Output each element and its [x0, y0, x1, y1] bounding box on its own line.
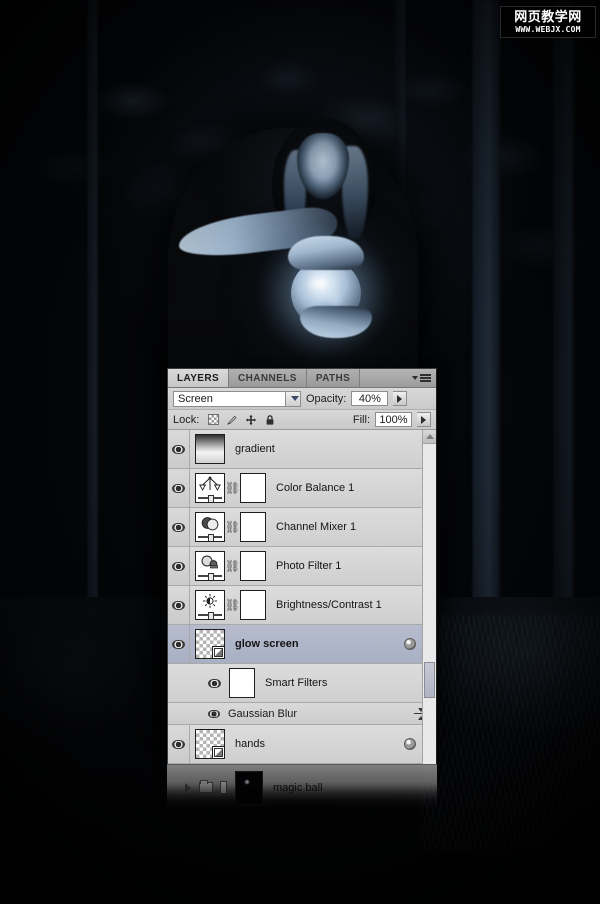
opacity-input[interactable]: 40% — [351, 391, 389, 406]
scroll-up-arrow-icon[interactable] — [423, 430, 436, 444]
filter-name: Gaussian Blur — [228, 707, 298, 720]
layer-row-photo-filter[interactable]: ⛓ Photo Filter 1 — [168, 547, 436, 586]
lock-transparent-pixels-icon[interactable] — [208, 414, 220, 425]
lock-label: Lock: — [173, 413, 200, 426]
smart-filters-label: Smart Filters — [265, 677, 328, 689]
fill-stepper[interactable] — [417, 412, 431, 427]
layer-row-hands[interactable]: hands — [168, 725, 436, 764]
panel-shadow — [436, 369, 440, 764]
opacity-label: Opacity: — [306, 392, 347, 405]
layer-thumbnail[interactable] — [195, 629, 225, 659]
layer-name: Channel Mixer 1 — [276, 521, 357, 533]
scrollbar-thumb[interactable] — [424, 662, 435, 698]
layer-name: gradient — [235, 443, 275, 455]
layer-list[interactable]: gradient ⛓ Color Balance 1 ⛓ Channel Mix… — [168, 430, 436, 764]
visibility-toggle[interactable] — [168, 547, 190, 585]
eye-icon — [172, 639, 185, 649]
visibility-toggle[interactable] — [168, 586, 190, 624]
filter-row-gaussian-blur[interactable]: Gaussian Blur — [168, 703, 436, 725]
layer-mask-thumbnail[interactable] — [240, 590, 266, 620]
smart-object-badge-icon — [212, 746, 224, 758]
lock-row[interactable]: Lock: Fill: 100% — [168, 410, 436, 430]
blend-mode-value: Screen — [178, 392, 213, 405]
blend-mode-row[interactable]: Screen Opacity: 40% — [168, 388, 436, 410]
layer-thumbnail[interactable] — [195, 729, 225, 759]
layer-list-scrollbar[interactable] — [422, 430, 436, 764]
smart-filter-indicator-icon[interactable] — [404, 638, 416, 650]
layer-row-brightness-contrast[interactable]: ⛓ Brightness/Contrast 1 — [168, 586, 436, 625]
layer-row-channel-mixer[interactable]: ⛓ Channel Mixer 1 — [168, 508, 436, 547]
eye-icon — [172, 522, 185, 532]
color-balance-adjustment-icon — [196, 474, 224, 494]
layer-name: Brightness/Contrast 1 — [276, 599, 382, 611]
layer-thumbnail[interactable] — [195, 551, 225, 581]
smart-filter-mask-thumbnail[interactable] — [229, 668, 255, 698]
link-mask-icon[interactable]: ⛓ — [225, 599, 240, 611]
panel-menu-icon[interactable] — [410, 369, 436, 387]
lock-position-move-icon[interactable] — [245, 414, 257, 426]
layer-name: Photo Filter 1 — [276, 560, 342, 572]
eye-icon[interactable] — [208, 709, 220, 718]
eye-icon — [172, 444, 185, 454]
smart-object-badge-icon — [212, 646, 224, 658]
blend-mode-select[interactable]: Screen — [173, 390, 301, 407]
tab-channels[interactable]: CHANNELS — [229, 369, 307, 387]
link-mask-icon[interactable]: ⛓ — [225, 560, 240, 572]
panel-tab-bar[interactable]: LAYERS CHANNELS PATHS — [168, 369, 436, 388]
fill-input[interactable]: 100% — [375, 412, 412, 427]
visibility-toggle[interactable] — [168, 725, 190, 763]
eye-icon[interactable] — [208, 678, 221, 688]
adjustment-slider-icon — [198, 495, 222, 502]
layer-thumbnail[interactable] — [195, 512, 225, 542]
layer-thumbnail[interactable] — [195, 434, 225, 464]
visibility-toggle[interactable] — [168, 469, 190, 507]
layer-name: Color Balance 1 — [276, 482, 355, 494]
lock-all-padlock-icon[interactable] — [264, 414, 276, 426]
smart-filters-row[interactable]: Smart Filters — [168, 664, 436, 703]
site-watermark: 网页教学网 WWW.WEBJX.COM — [500, 6, 596, 38]
layer-thumbnail[interactable] — [195, 473, 225, 503]
chevron-down-icon — [411, 376, 418, 380]
chevron-down-icon[interactable] — [285, 391, 300, 406]
visibility-toggle[interactable] — [168, 625, 190, 663]
opacity-stepper[interactable] — [393, 391, 408, 406]
fill-label: Fill: — [352, 413, 370, 426]
eye-icon — [172, 600, 185, 610]
photo-filter-adjustment-icon — [196, 552, 224, 572]
hamburger-icon — [419, 374, 431, 382]
layers-panel[interactable]: LAYERS CHANNELS PATHS Screen Opacity: 40… — [167, 368, 440, 765]
layer-name: hands — [235, 738, 265, 750]
layer-mask-thumbnail[interactable] — [240, 512, 266, 542]
layer-thumbnail[interactable] — [195, 590, 225, 620]
eye-icon — [172, 739, 185, 749]
smart-filter-indicator-icon[interactable] — [404, 738, 416, 750]
visibility-toggle[interactable] — [168, 508, 190, 546]
layer-name: glow screen — [235, 638, 299, 650]
link-mask-icon[interactable]: ⛓ — [225, 521, 240, 533]
visibility-toggle[interactable] — [168, 430, 190, 468]
layer-row-color-balance[interactable]: ⛓ Color Balance 1 — [168, 469, 436, 508]
watermark-chinese-text: 网页教学网 — [514, 9, 582, 25]
tab-layers[interactable]: LAYERS — [168, 369, 230, 387]
layer-mask-thumbnail[interactable] — [240, 473, 266, 503]
lock-image-pixels-brush-icon[interactable] — [226, 414, 238, 426]
eye-icon — [172, 483, 185, 493]
channel-mixer-adjustment-icon — [196, 513, 224, 533]
layer-row-gradient[interactable]: gradient — [168, 430, 436, 469]
tab-paths[interactable]: PATHS — [306, 369, 361, 387]
watermark-url-text: WWW.WEBJX.COM — [515, 24, 581, 34]
adjustment-slider-icon — [198, 573, 222, 580]
layer-row-glow-screen[interactable]: glow screen — [168, 625, 436, 664]
adjustment-slider-icon — [198, 612, 222, 619]
layer-mask-thumbnail[interactable] — [240, 551, 266, 581]
link-mask-icon[interactable]: ⛓ — [225, 482, 240, 494]
eye-icon — [172, 561, 185, 571]
brightness-contrast-adjustment-icon — [196, 591, 224, 611]
adjustment-slider-icon — [198, 534, 222, 541]
